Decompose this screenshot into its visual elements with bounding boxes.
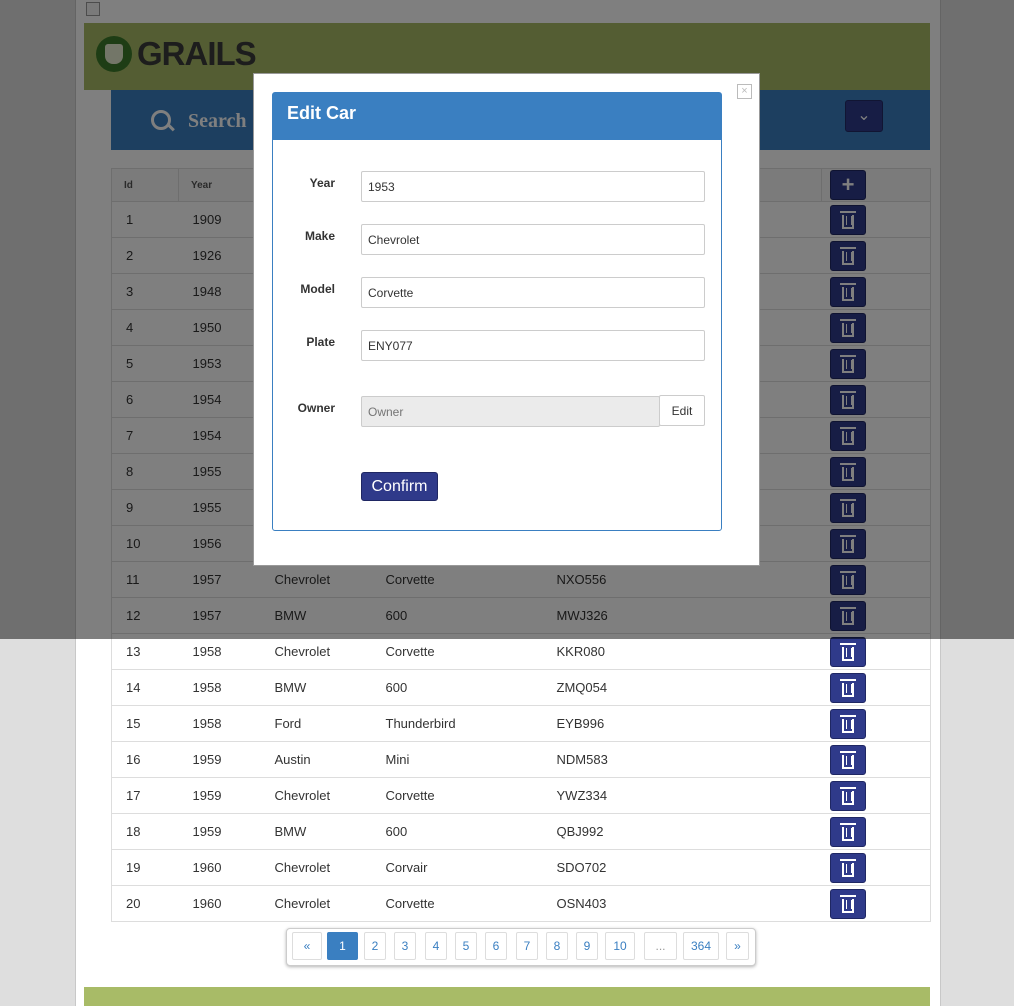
owner-edit-button[interactable]: Edit [659, 395, 705, 426]
cell-model: 600 [371, 813, 543, 850]
app-footer [84, 987, 930, 1006]
cell-id: 15 [111, 705, 179, 742]
page-ellipsis: ... [644, 932, 677, 960]
cell-plate: ZMQ054 [542, 669, 822, 706]
plate-label: Plate [306, 335, 335, 349]
owner-label: Owner [297, 401, 335, 415]
cell-make: BMW [260, 669, 372, 706]
cell-id: 18 [111, 813, 179, 850]
cell-model: Corvette [371, 777, 543, 814]
cell-make: BMW [260, 813, 372, 850]
page-link-2[interactable]: 2 [364, 932, 386, 960]
page-link-10[interactable]: 10 [605, 932, 635, 960]
close-icon[interactable]: × [737, 84, 752, 99]
modal-title: Edit Car [273, 93, 721, 140]
cell-actions [821, 885, 931, 922]
cell-model: Corvair [371, 849, 543, 886]
pagination: « 1 2 3 4 5 6 7 8 9 10 ... 364 » [286, 928, 756, 966]
trash-icon [839, 714, 856, 733]
delete-button[interactable] [829, 672, 866, 703]
edit-car-modal: × Edit Car Year Make Model Plate Owner E… [253, 73, 760, 566]
make-field[interactable] [361, 224, 705, 255]
confirm-button[interactable]: Confirm [361, 472, 438, 501]
trash-icon [839, 750, 856, 769]
cell-id: 19 [111, 849, 179, 886]
trash-icon [839, 642, 856, 661]
cell-plate: EYB996 [542, 705, 822, 742]
delete-button[interactable] [829, 708, 866, 739]
cell-plate: OSN403 [542, 885, 822, 922]
cell-plate: YWZ334 [542, 777, 822, 814]
table-row[interactable]: 15 1958 Ford Thunderbird EYB996 [111, 705, 931, 742]
page-link-last[interactable]: 364 [683, 932, 719, 960]
cell-id: 14 [111, 669, 179, 706]
table-row[interactable]: 16 1959 Austin Mini NDM583 [111, 741, 931, 778]
delete-button[interactable] [829, 816, 866, 847]
table-row[interactable]: 20 1960 Chevrolet Corvette OSN403 [111, 885, 931, 922]
cell-id: 16 [111, 741, 179, 778]
page-link-4[interactable]: 4 [425, 932, 447, 960]
cell-actions [821, 813, 931, 850]
trash-icon [839, 894, 856, 913]
cell-year: 1960 [178, 885, 261, 922]
cell-model: Thunderbird [371, 705, 543, 742]
delete-button[interactable] [829, 852, 866, 883]
delete-button[interactable] [829, 744, 866, 775]
cell-model: Mini [371, 741, 543, 778]
cell-year: 1958 [178, 669, 261, 706]
cell-id: 20 [111, 885, 179, 922]
page-link-8[interactable]: 8 [546, 932, 568, 960]
make-label: Make [304, 229, 335, 243]
cell-model: Corvette [371, 885, 543, 922]
year-label: Year [309, 176, 335, 190]
cell-make: Chevrolet [260, 885, 372, 922]
trash-icon [839, 678, 856, 697]
page-link-3[interactable]: 3 [394, 932, 416, 960]
cell-make: Ford [260, 705, 372, 742]
cell-actions [821, 741, 931, 778]
cell-year: 1959 [178, 741, 261, 778]
page-link-5[interactable]: 5 [455, 932, 477, 960]
table-row[interactable]: 18 1959 BMW 600 QBJ992 [111, 813, 931, 850]
cell-id: 17 [111, 777, 179, 814]
cell-year: 1960 [178, 849, 261, 886]
cell-plate: QBJ992 [542, 813, 822, 850]
trash-icon [839, 822, 856, 841]
year-field[interactable] [361, 171, 705, 202]
page-link-1[interactable]: 1 [327, 932, 358, 960]
trash-icon [839, 786, 856, 805]
table-row[interactable]: 17 1959 Chevrolet Corvette YWZ334 [111, 777, 931, 814]
model-field[interactable] [361, 277, 705, 308]
page-link-6[interactable]: 6 [485, 932, 507, 960]
cell-make: Chevrolet [260, 777, 372, 814]
owner-field[interactable] [361, 396, 660, 427]
trash-icon [839, 858, 856, 877]
cell-actions [821, 849, 931, 886]
cell-model: 600 [371, 669, 543, 706]
cell-year: 1959 [178, 813, 261, 850]
plate-field[interactable] [361, 330, 705, 361]
cell-plate: SDO702 [542, 849, 822, 886]
page-link-7[interactable]: 7 [516, 932, 538, 960]
model-label: Model [300, 282, 335, 296]
cell-year: 1958 [178, 705, 261, 742]
cell-actions [821, 777, 931, 814]
cell-actions [821, 669, 931, 706]
cell-year: 1959 [178, 777, 261, 814]
page-link-9[interactable]: 9 [576, 932, 598, 960]
cell-make: Chevrolet [260, 849, 372, 886]
table-row[interactable]: 19 1960 Chevrolet Corvair SDO702 [111, 849, 931, 886]
delete-button[interactable] [829, 636, 866, 667]
edit-car-panel: Edit Car Year Make Model Plate Owner Edi… [272, 92, 722, 531]
cell-make: Austin [260, 741, 372, 778]
pagination-prev[interactable]: « [292, 932, 322, 960]
delete-button[interactable] [829, 780, 866, 811]
cell-plate: NDM583 [542, 741, 822, 778]
cell-actions [821, 705, 931, 742]
pagination-next[interactable]: » [726, 932, 749, 960]
table-row[interactable]: 14 1958 BMW 600 ZMQ054 [111, 669, 931, 706]
delete-button[interactable] [829, 888, 866, 919]
